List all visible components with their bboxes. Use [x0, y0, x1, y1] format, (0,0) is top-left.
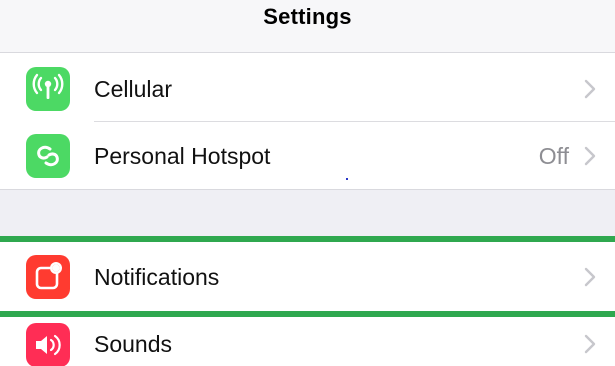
row-label: Personal Hotspot [94, 143, 271, 169]
notifications-icon [26, 255, 70, 299]
page-title: Settings [263, 4, 352, 29]
section-gap [0, 189, 615, 237]
settings-row-notifications[interactable]: Notifications [0, 242, 615, 311]
cellular-antenna-icon [26, 67, 70, 111]
settings-row-sounds[interactable]: Sounds [0, 317, 615, 366]
chevron-right-icon [583, 78, 597, 100]
row-label: Cellular [94, 76, 172, 102]
speaker-icon [26, 323, 70, 366]
row-separator [94, 121, 615, 122]
navigation-bar: Settings [0, 0, 615, 53]
stray-dot [346, 178, 348, 180]
chevron-right-icon [583, 266, 597, 288]
settings-row-cellular[interactable]: Cellular [0, 56, 615, 122]
settings-screen: Settings Cellular Personal Hotspot Off N… [0, 0, 615, 366]
chevron-right-icon [583, 333, 597, 355]
hotspot-link-icon [26, 134, 70, 178]
settings-row-personal-hotspot[interactable]: Personal Hotspot Off [0, 123, 615, 189]
row-value: Off [538, 143, 569, 169]
chevron-right-icon [583, 145, 597, 167]
row-label: Notifications [94, 264, 220, 290]
row-label: Sounds [94, 331, 173, 357]
